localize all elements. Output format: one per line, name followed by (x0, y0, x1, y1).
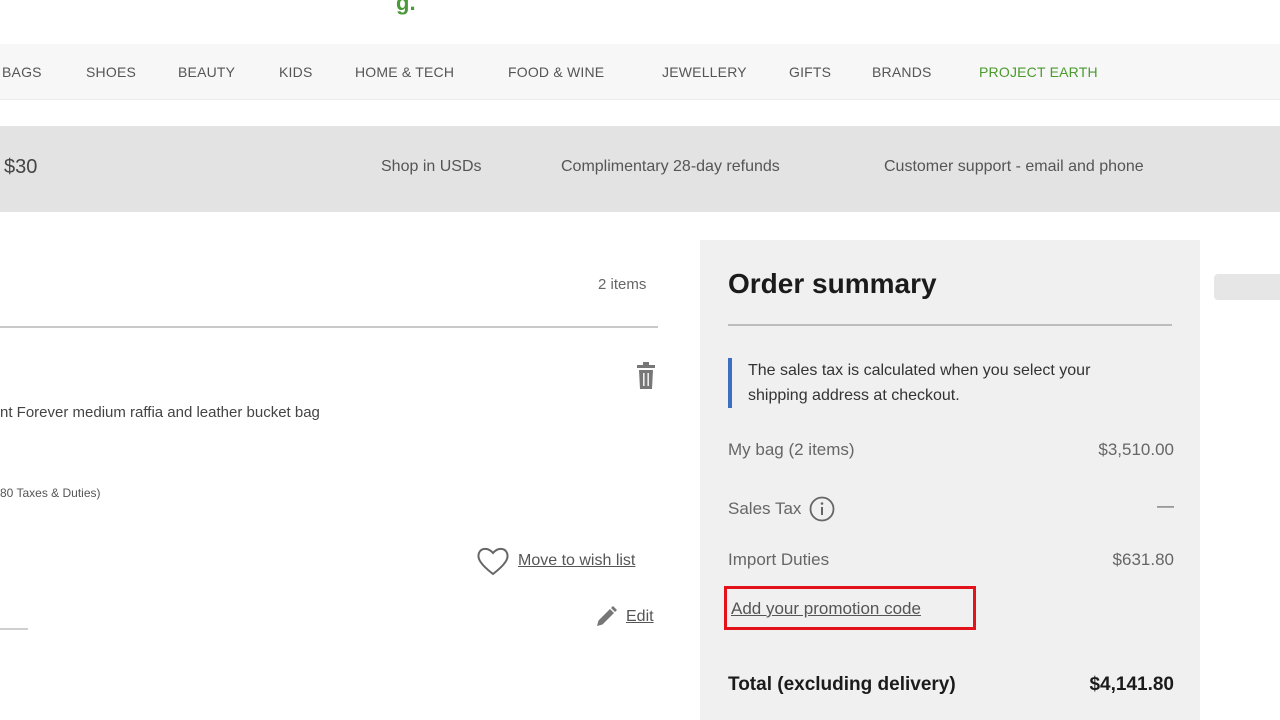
info-icon[interactable] (809, 496, 835, 522)
order-summary-title: Order summary (728, 268, 937, 299)
summary-total-label: Total (excluding delivery) (728, 674, 956, 695)
product-tax-note: 80 Taxes & Duties) (0, 486, 101, 500)
summary-total-value: $4,141.80 (1089, 674, 1174, 695)
order-summary-divider (728, 324, 1172, 326)
summary-row-sales-tax-label: Sales Tax (728, 499, 802, 518)
summary-row-import-duties-value: $631.80 (1112, 550, 1174, 569)
heart-icon (476, 546, 510, 576)
summary-row-sales-tax-value: — (1157, 496, 1174, 515)
summary-row-bag-label: My bag (2 items) (728, 440, 855, 459)
sales-tax-notice: The sales tax is calculated when you sel… (728, 358, 1148, 408)
bag-divider (0, 326, 658, 328)
nav-item-shoes[interactable]: SHOES (86, 64, 136, 80)
nav-item-project-earth[interactable]: PROJECT EARTH (979, 64, 1098, 80)
summary-total-row: Total (excluding delivery) $4,141.80 (728, 672, 1174, 702)
benefit-customer-support[interactable]: Customer support - email and phone (884, 158, 1144, 176)
summary-row-bag-value: $3,510.00 (1098, 440, 1174, 459)
main-navigation: BAGS SHOES BEAUTY KIDS HOME & TECH FOOD … (0, 44, 1280, 100)
nav-item-home-tech[interactable]: HOME & TECH (355, 64, 454, 80)
move-to-wishlist-button[interactable]: Move to wish list (476, 544, 635, 578)
trash-icon[interactable] (634, 362, 658, 390)
summary-row-sales-tax: Sales Tax — (728, 492, 1174, 522)
bag-item-count: 2 items (598, 276, 647, 293)
summary-row-bag: My bag (2 items) $3,510.00 (728, 436, 1174, 466)
header-top-strip: g. (0, 0, 1280, 44)
nav-item-kids[interactable]: KIDS (279, 64, 312, 80)
move-to-wishlist-label: Move to wish list (518, 552, 636, 569)
edit-item-button[interactable]: Edit (594, 602, 654, 632)
product-name[interactable]: nt Forever medium raffia and leather buc… (0, 404, 320, 421)
summary-row-import-duties-label: Import Duties (728, 550, 830, 569)
benefit-refunds[interactable]: Complimentary 28-day refunds (561, 158, 780, 176)
order-summary-panel: Order summary The sales tax is calculate… (700, 240, 1200, 720)
checkout-button-partial[interactable] (1214, 274, 1280, 300)
nav-item-brands[interactable]: BRANDS (872, 64, 932, 80)
logo[interactable]: g. (396, 0, 416, 16)
nav-item-beauty[interactable]: BEAUTY (178, 64, 235, 80)
pencil-icon (594, 605, 618, 629)
nav-item-food-wine[interactable]: FOOD & WINE (508, 64, 604, 80)
benefit-price-fragment: $30 (4, 156, 38, 178)
nav-item-jewellery[interactable]: JEWELLERY (662, 64, 747, 80)
item-divider (0, 628, 28, 630)
edit-item-label: Edit (626, 608, 654, 625)
nav-item-bags[interactable]: BAGS (2, 64, 42, 80)
add-promotion-code-link[interactable]: Add your promotion code (731, 599, 921, 619)
nav-item-gifts[interactable]: GIFTS (789, 64, 831, 80)
benefits-bar: $30 Shop in USDs Complimentary 28-day re… (0, 126, 1280, 212)
promotion-code-highlight: Add your promotion code (724, 586, 976, 630)
benefit-shop-usd[interactable]: Shop in USDs (381, 158, 482, 176)
summary-row-import-duties: Import Duties $631.80 (728, 546, 1174, 576)
